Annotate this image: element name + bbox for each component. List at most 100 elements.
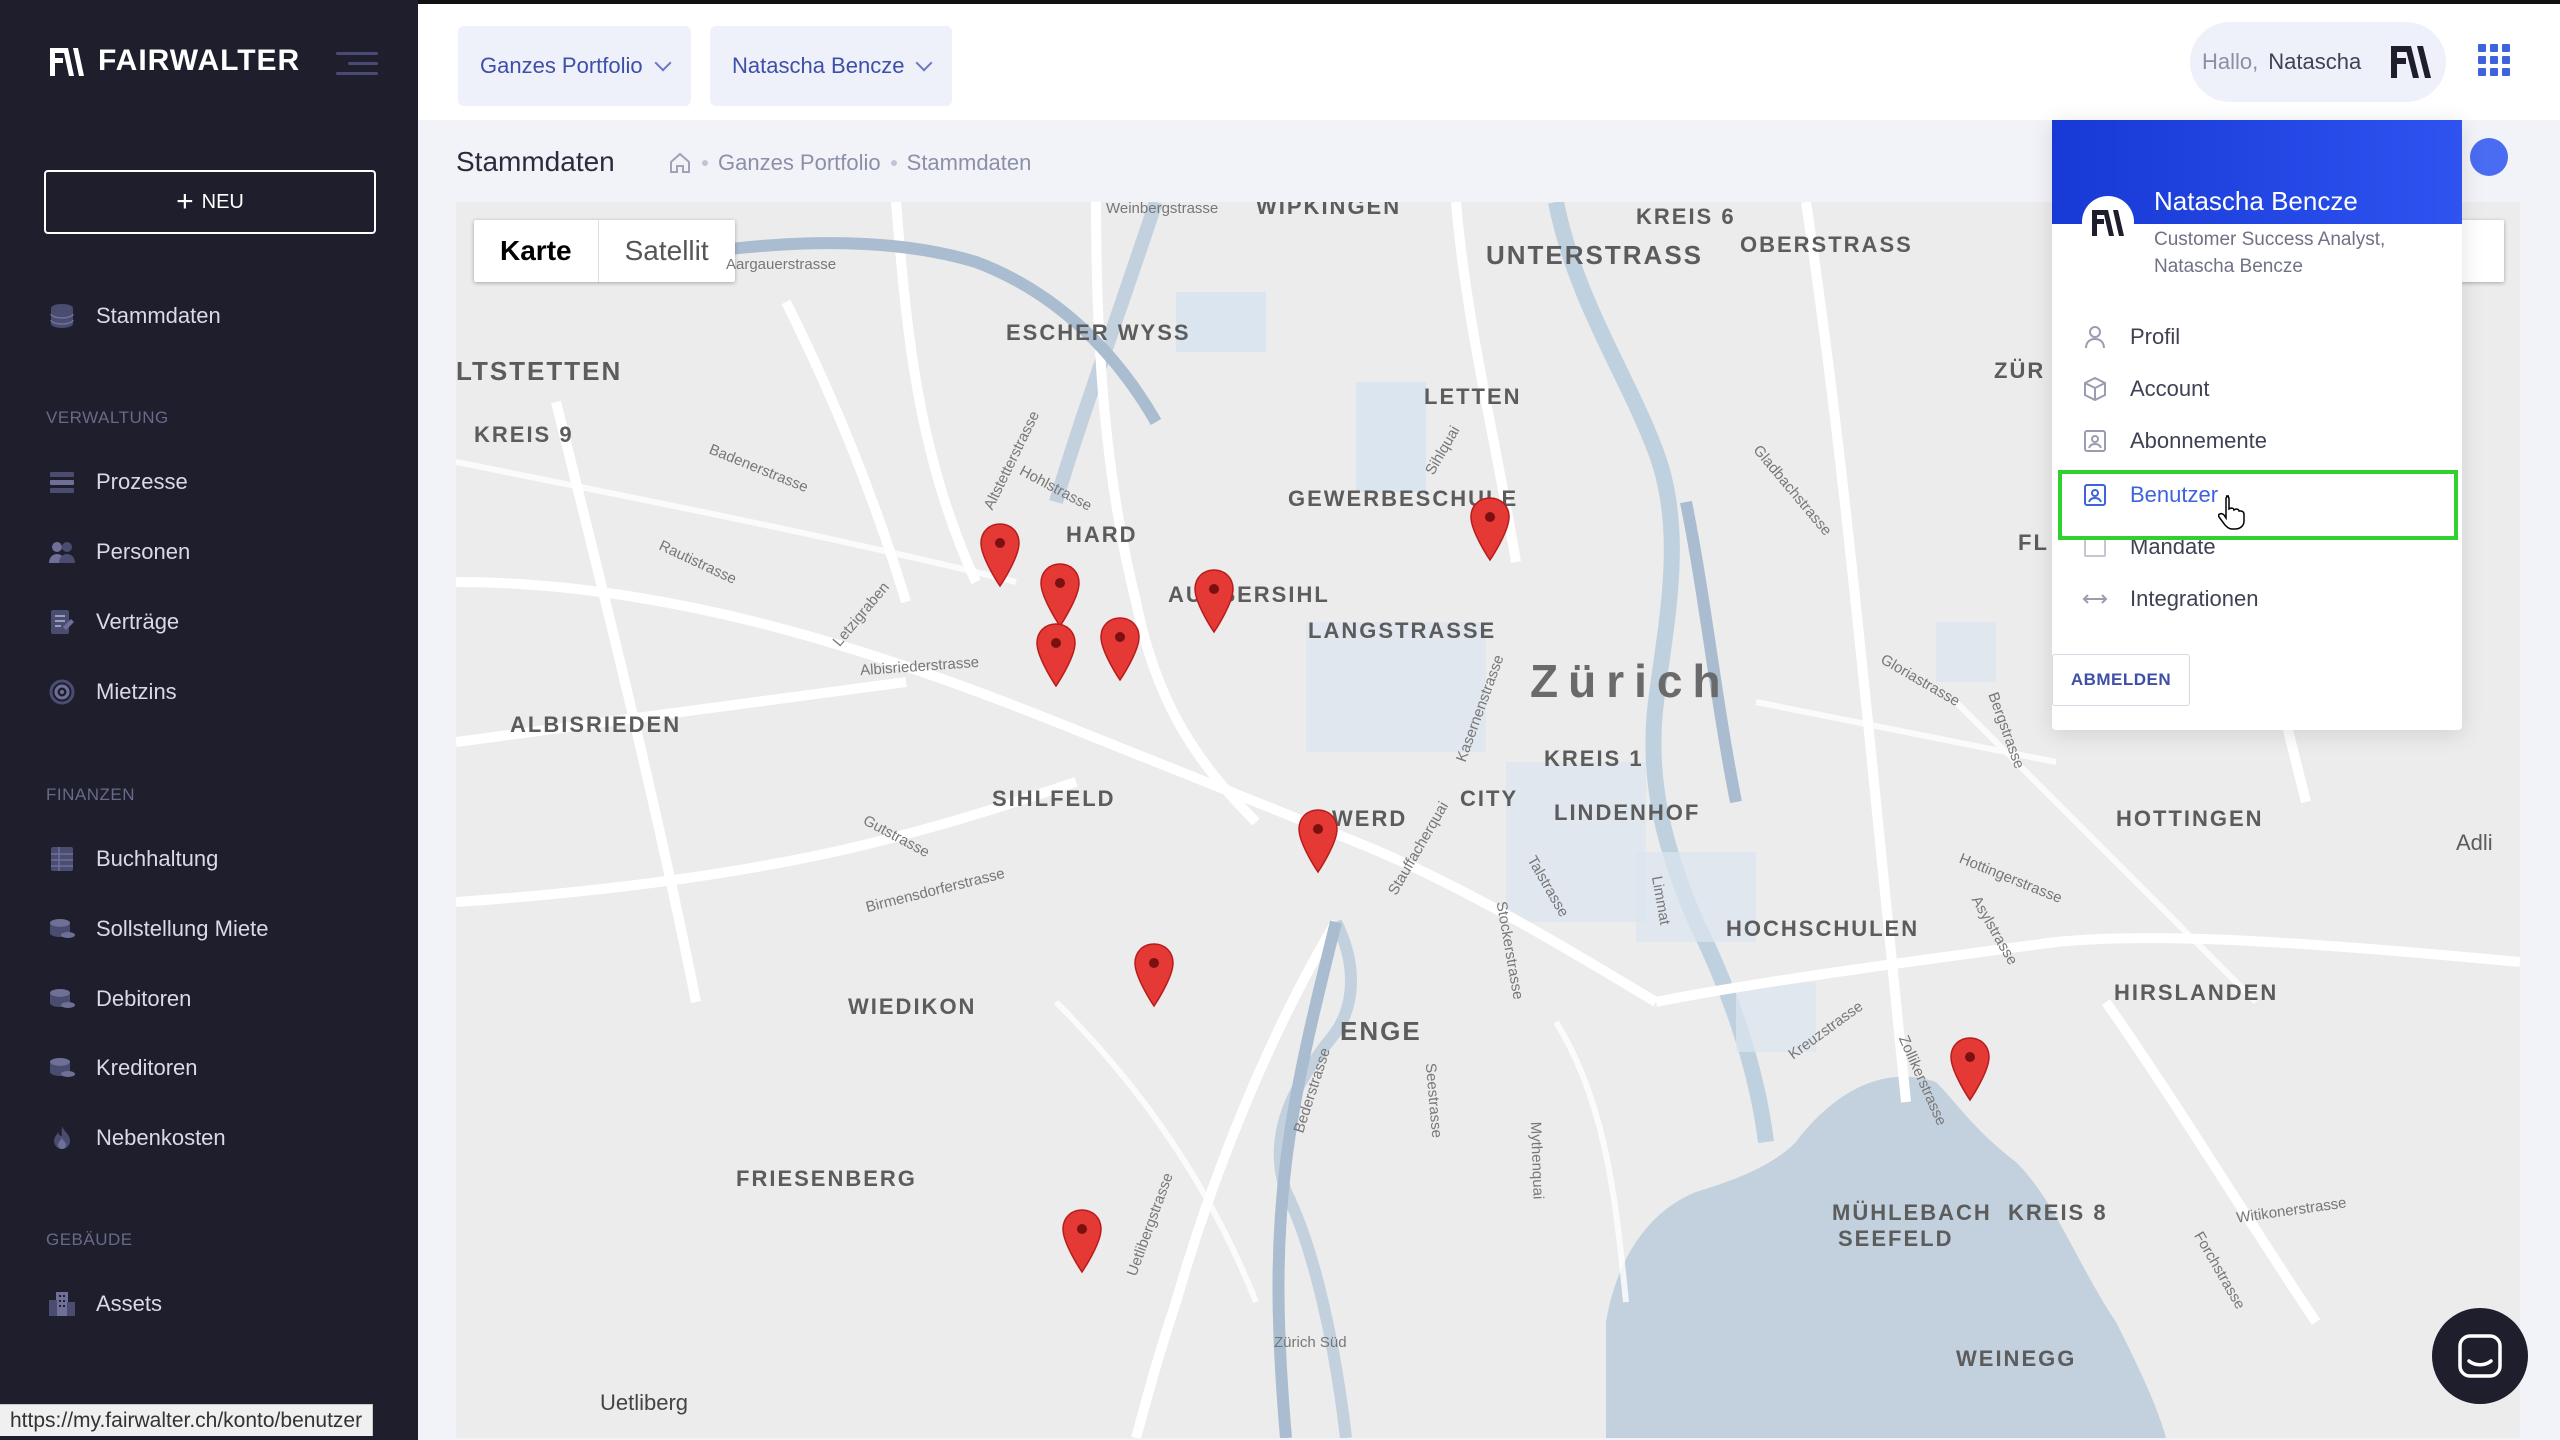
map-label: WIEDIKON xyxy=(848,994,977,1019)
map-label: SIHLFELD xyxy=(992,786,1116,811)
map-label: WIPKINGEN xyxy=(1256,202,1402,219)
menu-item-label: Account xyxy=(2130,376,2210,401)
menu-item-label: Integrationen xyxy=(2130,586,2259,611)
menu-item-account[interactable]: Account xyxy=(2082,376,2210,402)
property-pin[interactable] xyxy=(1468,496,1512,562)
section-title-finanzen: FINANZEN xyxy=(46,785,135,804)
brand-name: FAIRWALTER xyxy=(98,44,301,77)
brand-logo[interactable]: FAIRWALTER xyxy=(48,44,300,78)
property-pin[interactable] xyxy=(1098,616,1142,682)
user-menu-avatar xyxy=(2082,196,2134,248)
map-label: LTSTETTEN xyxy=(456,356,623,386)
menu-item-abonnemente[interactable]: Abonnemente xyxy=(2082,428,2267,454)
map-type-toggle: Karte Satellit xyxy=(474,220,735,282)
new-button[interactable]: + NEU xyxy=(44,170,376,234)
sidebar-item-sollstellung-miete[interactable]: Sollstellung Miete xyxy=(48,915,268,943)
map-label: UNTERSTRASS xyxy=(1486,240,1704,270)
sidebar-toggle-icon[interactable] xyxy=(336,48,378,80)
property-pin[interactable] xyxy=(1034,622,1078,688)
user-context-select-value: Natascha Bencze xyxy=(732,53,905,78)
fairwalter-logo-icon xyxy=(50,48,84,76)
property-pin[interactable] xyxy=(1948,1036,1992,1102)
user-menu-toggle[interactable]: Hallo, Natascha xyxy=(2190,22,2446,102)
map-label: HOTTINGEN xyxy=(2116,806,2264,831)
home-icon[interactable] xyxy=(668,151,692,175)
new-button-label: NEU xyxy=(201,190,244,213)
property-pin[interactable] xyxy=(1296,808,1340,874)
property-pin[interactable] xyxy=(1038,562,1082,628)
map-label: KREIS 9 xyxy=(474,422,574,447)
chat-button[interactable] xyxy=(2432,1308,2528,1404)
map-label: WEINEGG xyxy=(1956,1346,2077,1371)
people-icon xyxy=(49,542,75,563)
flame-icon xyxy=(54,1126,70,1149)
menu-item-label: Abonnemente xyxy=(2130,428,2267,453)
map-type-satellit[interactable]: Satellit xyxy=(599,220,735,282)
map-label: OBERSTRASS xyxy=(1740,232,1913,257)
sidebar-item-label: Mietzins xyxy=(96,679,177,704)
map-label: ESCHER WYSS xyxy=(1006,320,1191,345)
user-menu-role: Customer Success Analyst, Natascha Bencz… xyxy=(2154,229,2386,277)
user-context-select[interactable]: Natascha Bencze xyxy=(710,26,953,106)
map-label: HIRSLANDEN xyxy=(2114,980,2279,1005)
box-icon xyxy=(2084,376,2106,402)
sidebar-item-vertraege[interactable]: Verträge xyxy=(48,608,179,636)
highlight-box xyxy=(2058,470,2458,540)
list-icon xyxy=(50,472,74,493)
sidebar-item-label: Prozesse xyxy=(96,469,188,494)
menu-item-integrationen[interactable]: Integrationen xyxy=(2082,586,2258,612)
page-title: Stammdaten xyxy=(456,146,615,177)
breadcrumb-separator xyxy=(890,160,897,166)
subscription-icon xyxy=(2084,430,2106,452)
menu-item-label: Profil xyxy=(2130,324,2181,349)
map-label: SEEFELD xyxy=(1838,1226,1954,1251)
map-type-karte[interactable]: Karte xyxy=(474,220,599,282)
section-title-verwaltung: VERWALTUNG xyxy=(46,408,169,427)
chat-icon xyxy=(2458,1334,2502,1378)
map-label: KREIS 8 xyxy=(2008,1200,2108,1225)
sidebar-item-stammdaten[interactable]: Stammdaten xyxy=(48,302,221,330)
link-arrows-icon xyxy=(2082,594,2108,604)
contract-icon xyxy=(51,610,74,634)
breadcrumb-portfolio[interactable]: Ganzes Portfolio xyxy=(718,150,881,176)
property-pin[interactable] xyxy=(978,522,1022,588)
ledger-icon xyxy=(51,847,73,871)
user-menu-name: Natascha Bencze xyxy=(2154,186,2358,216)
map-label: LINDENHOF xyxy=(1554,800,1701,825)
property-pin[interactable] xyxy=(1060,1208,1104,1274)
portfolio-select[interactable]: Ganzes Portfolio xyxy=(458,26,691,106)
apps-grid-icon[interactable] xyxy=(2478,44,2510,76)
menu-item-profil[interactable]: Profil xyxy=(2082,324,2180,350)
property-pin[interactable] xyxy=(1132,942,1176,1008)
place-label-uetliberg: Uetliberg xyxy=(600,1390,689,1415)
sidebar-item-kreditoren[interactable]: Kreditoren xyxy=(48,1054,198,1082)
sidebar-item-personen[interactable]: Personen xyxy=(48,538,190,566)
sidebar-item-prozesse[interactable]: Prozesse xyxy=(48,468,188,496)
target-icon xyxy=(49,679,75,705)
sidebar-item-label: Nebenkosten xyxy=(96,1125,226,1150)
sidebar-item-mietzins[interactable]: Mietzins xyxy=(48,678,177,706)
coins-icon xyxy=(50,1058,75,1077)
database-icon xyxy=(50,304,74,328)
sidebar-item-assets[interactable]: Assets xyxy=(48,1290,162,1318)
map-label: CITY xyxy=(1460,786,1519,811)
sidebar-item-label: Stammdaten xyxy=(96,303,221,328)
sidebar-item-nebenkosten[interactable]: Nebenkosten xyxy=(48,1124,226,1152)
logout-button[interactable]: ABMELDEN xyxy=(2052,654,2190,706)
sidebar-item-label: Sollstellung Miete xyxy=(96,916,269,941)
property-pin[interactable] xyxy=(1192,568,1236,634)
sidebar-item-buchhaltung[interactable]: Buchhaltung xyxy=(48,845,218,873)
breadcrumb-separator xyxy=(702,160,708,166)
map-label: WERD xyxy=(1332,806,1408,831)
breadcrumb-stammdaten[interactable]: Stammdaten xyxy=(907,150,1032,176)
portfolio-select-value: Ganzes Portfolio xyxy=(480,53,643,78)
sidebar-item-debitoren[interactable]: Debitoren xyxy=(48,985,191,1013)
sidebar-item-label: Verträge xyxy=(96,609,180,634)
user-avatar-logo-icon xyxy=(2391,46,2432,78)
sidebar-item-label: Personen xyxy=(96,539,191,564)
map-label: FL xyxy=(2018,530,2049,555)
notification-dot[interactable] xyxy=(2470,138,2508,176)
sidebar-item-label: Assets xyxy=(96,1291,163,1316)
map-label: ENGE xyxy=(1340,1016,1422,1046)
map-label: Adli xyxy=(2456,830,2493,855)
